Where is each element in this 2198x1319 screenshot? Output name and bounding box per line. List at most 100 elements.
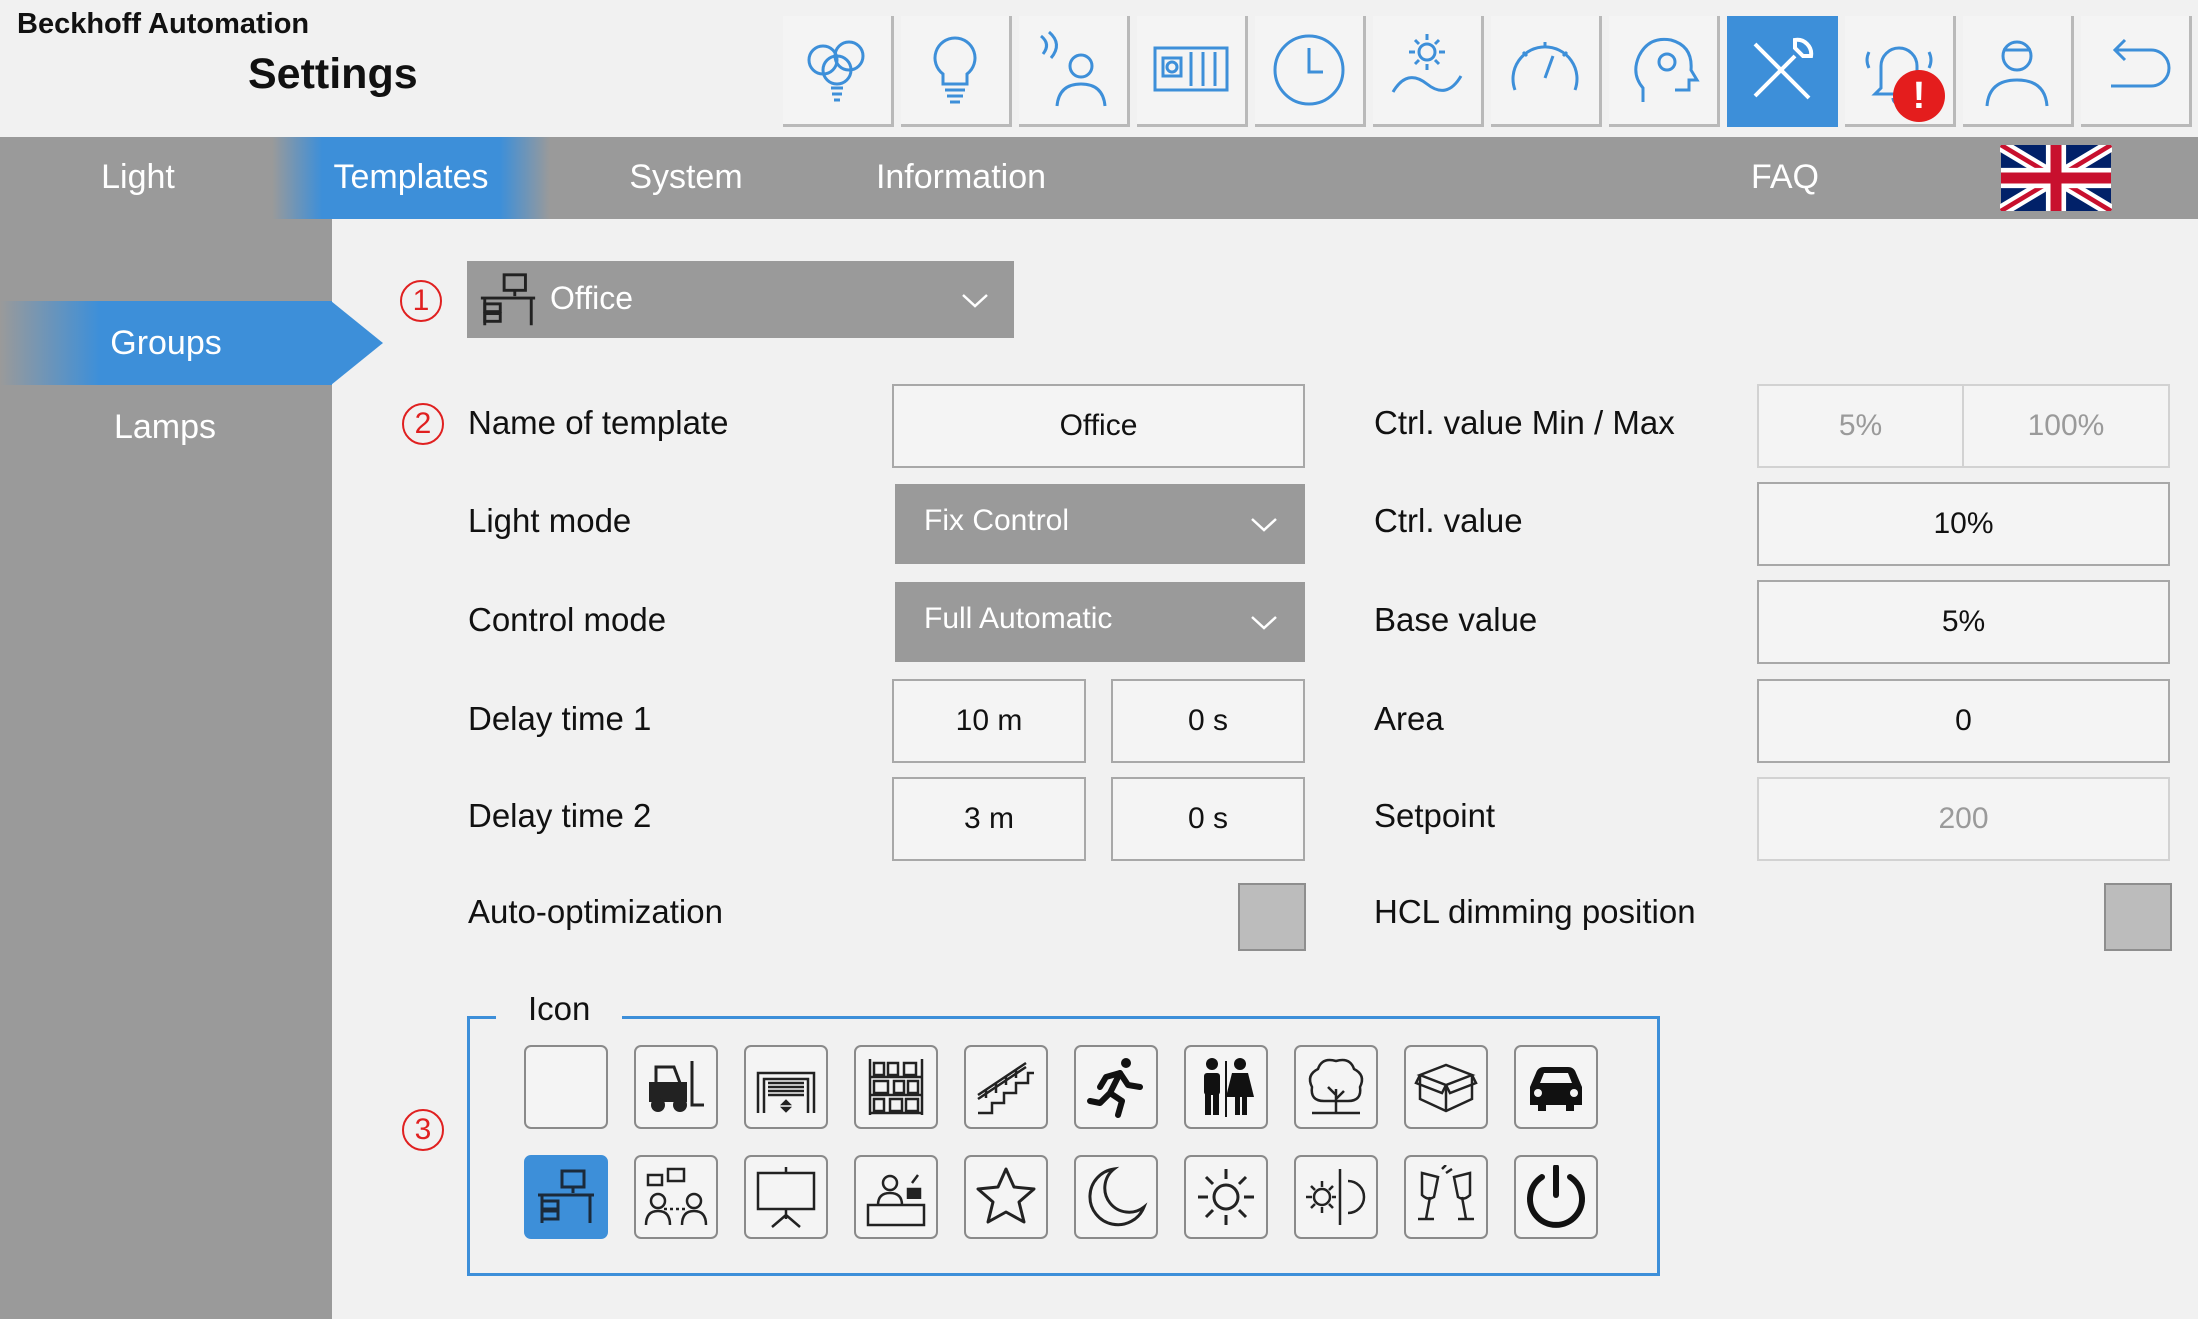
icon-option-presentation[interactable] xyxy=(744,1155,828,1239)
tab-faq[interactable]: FAQ xyxy=(1740,137,1830,219)
back-icon xyxy=(2111,38,2171,88)
delay-time-2-seconds-input[interactable]: 0 s xyxy=(1111,777,1305,861)
delay-time-2-minutes-input[interactable]: 3 m xyxy=(892,777,1086,861)
scenes-button[interactable] xyxy=(783,16,894,127)
chevron-down-icon xyxy=(962,294,988,308)
sidebar: Groups Lamps xyxy=(0,219,332,1319)
marker-1: 1 xyxy=(400,280,442,322)
uk-flag-icon[interactable] xyxy=(2000,145,2112,211)
icon-option-car[interactable] xyxy=(1514,1045,1598,1129)
header: Beckhoff Automation Settings ! xyxy=(0,0,2198,137)
icon-option-moon[interactable] xyxy=(1074,1155,1158,1239)
icon-option-office-desk[interactable] xyxy=(524,1155,608,1239)
icon-option-running-man[interactable] xyxy=(1074,1045,1158,1129)
star-icon xyxy=(976,1167,1036,1224)
label-base-value: Base value xyxy=(1374,601,1538,638)
ctrl-value-max-input: 100% xyxy=(1962,384,2170,468)
presence-icon xyxy=(1040,30,1107,107)
tree-icon xyxy=(1308,1058,1364,1115)
stairs-icon xyxy=(977,1061,1034,1115)
icon-option-blank[interactable] xyxy=(524,1045,608,1129)
sidebar-item-groups[interactable]: Groups xyxy=(0,301,332,385)
light-mode-select[interactable]: Fix Control xyxy=(895,484,1305,564)
chevron-down-icon xyxy=(1251,616,1277,630)
tools-button[interactable] xyxy=(1727,16,1838,127)
daylight-icon xyxy=(1391,34,1463,93)
user-icon xyxy=(1985,40,2049,107)
light-mode-value: Fix Control xyxy=(924,504,1070,537)
reception-icon xyxy=(866,1174,926,1227)
icon-option-sun-moon[interactable] xyxy=(1294,1155,1378,1239)
clock-button[interactable] xyxy=(1255,16,1366,127)
clock-icon xyxy=(1273,34,1345,106)
icon-option-power[interactable] xyxy=(1514,1155,1598,1239)
ctrl-value-input[interactable]: 10% xyxy=(1757,482,2170,566)
garage-door-icon xyxy=(756,1071,816,1113)
icon-option-sun[interactable] xyxy=(1184,1155,1268,1239)
chevron-down-icon xyxy=(1251,518,1277,532)
sun-moon-icon xyxy=(1306,1169,1366,1225)
tab-templates[interactable]: Templates xyxy=(272,137,550,219)
scenes-icon xyxy=(807,40,865,102)
control-mode-select[interactable]: Full Automatic xyxy=(895,582,1305,662)
template-select-value: Office xyxy=(550,280,633,316)
area-input[interactable]: 0 xyxy=(1757,679,2170,763)
label-control-mode: Control mode xyxy=(468,601,667,638)
label-auto-optimization: Auto-optimization xyxy=(468,893,723,930)
icon-picker-legend: Icon xyxy=(496,990,623,1028)
tab-system[interactable]: System xyxy=(600,137,772,219)
company-name: Beckhoff Automation xyxy=(17,8,310,40)
label-delay-time-2: Delay time 2 xyxy=(468,797,652,834)
top-nav: Light Templates System Information FAQ xyxy=(0,137,2198,219)
icon-option-stairs[interactable] xyxy=(964,1045,1048,1129)
light-button[interactable] xyxy=(901,16,1012,127)
tab-information[interactable]: Information xyxy=(838,137,1084,219)
icon-option-restroom[interactable] xyxy=(1184,1045,1268,1129)
office-desk-icon xyxy=(480,273,536,326)
delay-time-1-minutes-input[interactable]: 10 m xyxy=(892,679,1086,763)
moon-icon xyxy=(1088,1166,1148,1227)
car-icon xyxy=(1530,1067,1582,1111)
icon-option-shelves[interactable] xyxy=(854,1045,938,1129)
icon-option-garage-door[interactable] xyxy=(744,1045,828,1129)
sidebar-item-lamps[interactable]: Lamps xyxy=(0,385,330,469)
alarm-badge: ! xyxy=(1893,70,1945,122)
base-value-input[interactable]: 5% xyxy=(1757,580,2170,664)
forklift-icon xyxy=(649,1061,704,1112)
marker-2: 2 xyxy=(402,403,444,445)
label-ctrl-value: Ctrl. value xyxy=(1374,502,1523,539)
icon-option-star[interactable] xyxy=(964,1155,1048,1239)
label-hcl-dimming-position: HCL dimming position xyxy=(1374,893,1696,930)
back-button[interactable] xyxy=(2081,16,2192,127)
label-area: Area xyxy=(1374,700,1444,737)
template-select[interactable]: Office xyxy=(467,261,1014,338)
label-name-of-template: Name of template xyxy=(468,404,729,441)
user-button[interactable] xyxy=(1963,16,2074,127)
icon-option-reception[interactable] xyxy=(854,1155,938,1239)
icon-option-box[interactable] xyxy=(1404,1045,1488,1129)
icon-option-meeting[interactable] xyxy=(634,1155,718,1239)
hcl-dimming-position-checkbox[interactable] xyxy=(2104,883,2172,951)
setpoint-input: 200 xyxy=(1757,777,2170,861)
tab-light[interactable]: Light xyxy=(60,137,216,219)
icon-option-tree[interactable] xyxy=(1294,1045,1378,1129)
blind-button[interactable] xyxy=(1137,16,1248,127)
gauge-button[interactable] xyxy=(1491,16,1602,127)
settings-head-icon xyxy=(1634,37,1700,102)
alarm-bell-button[interactable]: ! xyxy=(1845,16,1956,127)
settings-head-button[interactable] xyxy=(1609,16,1720,127)
page-title: Settings xyxy=(248,50,418,98)
icon-option-forklift[interactable] xyxy=(634,1045,718,1129)
office-desk-icon xyxy=(538,1169,594,1223)
icon-option-cheers[interactable] xyxy=(1404,1155,1488,1239)
auto-optimization-checkbox[interactable] xyxy=(1238,883,1306,951)
presence-button[interactable] xyxy=(1019,16,1130,127)
label-setpoint: Setpoint xyxy=(1374,797,1496,834)
sidebar-active-arrow xyxy=(331,301,383,385)
daylight-button[interactable] xyxy=(1373,16,1484,127)
marker-3: 3 xyxy=(402,1109,444,1151)
restroom-icon xyxy=(1204,1058,1254,1117)
delay-time-1-seconds-input[interactable]: 0 s xyxy=(1111,679,1305,763)
name-of-template-input[interactable]: Office xyxy=(892,384,1305,468)
light-icon xyxy=(933,36,977,104)
